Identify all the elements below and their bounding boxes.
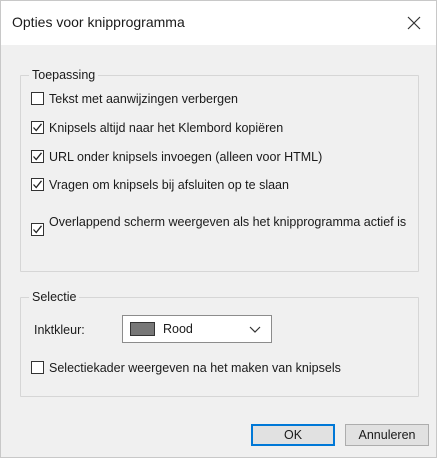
checkbox-hide-hint-text[interactable]: Tekst met aanwijzingen verbergen: [31, 91, 238, 107]
checkbox-copy-to-clipboard[interactable]: Knipsels altijd naar het Klembord kopiër…: [31, 120, 283, 136]
checkbox-box[interactable]: [31, 121, 44, 134]
selection-group: Selectie: [20, 290, 419, 397]
ink-color-dropdown[interactable]: Rood: [122, 315, 272, 343]
ok-button[interactable]: OK: [251, 424, 335, 446]
close-button[interactable]: [398, 7, 430, 39]
checkbox-box[interactable]: [31, 178, 44, 191]
checkbox-box[interactable]: [31, 361, 44, 374]
checkmark-icon: [33, 123, 43, 132]
chevron-down-icon: [249, 326, 261, 333]
ink-color-label: Inktkleur:: [34, 323, 85, 337]
checkbox-box[interactable]: [31, 92, 44, 105]
selection-group-legend: Selectie: [29, 290, 80, 304]
close-icon: [407, 16, 421, 30]
checkbox-show-selection-border[interactable]: Selectiekader weergeven na het maken van…: [31, 360, 341, 376]
checkbox-insert-url[interactable]: URL onder knipsels invoegen (alleen voor…: [31, 149, 322, 165]
ink-color-value: Rood: [163, 322, 193, 336]
checkbox-box[interactable]: [31, 223, 44, 236]
cancel-button[interactable]: Annuleren: [345, 424, 429, 446]
checkbox-label: Overlappend scherm weergeven als het kni…: [49, 215, 407, 229]
checkbox-box[interactable]: [31, 150, 44, 163]
checkbox-label: Selectiekader weergeven na het maken van…: [49, 361, 341, 375]
title-bar: Opties voor knipprogramma: [1, 1, 436, 45]
checkbox-prompt-save[interactable]: Vragen om knipsels bij afsluiten op te s…: [31, 177, 289, 193]
checkbox-show-overlay[interactable]: Overlappend scherm weergeven als het kni…: [31, 215, 414, 236]
application-group-legend: Toepassing: [29, 68, 99, 82]
ink-color-swatch: [130, 322, 155, 336]
checkbox-label: Knipsels altijd naar het Klembord kopiër…: [49, 121, 284, 135]
checkmark-icon: [33, 180, 43, 189]
checkmark-icon: [33, 225, 43, 234]
checkbox-label: Tekst met aanwijzingen verbergen: [49, 92, 238, 106]
dialog-title: Opties voor knipprogramma: [12, 14, 185, 30]
checkbox-label: URL onder knipsels invoegen (alleen voor…: [49, 150, 323, 164]
options-dialog: Opties voor knipprogramma Toepassing Tek…: [0, 0, 437, 458]
checkbox-label: Vragen om knipsels bij afsluiten op te s…: [49, 178, 289, 192]
checkmark-icon: [33, 152, 43, 161]
